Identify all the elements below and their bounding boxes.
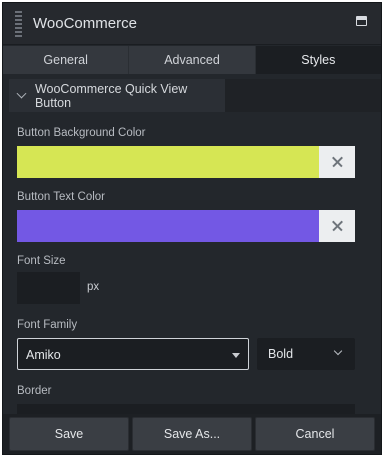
text-color-swatch[interactable]	[17, 210, 319, 242]
tab-advanced[interactable]: Advanced	[129, 46, 256, 74]
module-settings-panel: WooCommerce General Advanced Styles WooC…	[2, 2, 382, 455]
font-family-value: Amiko	[26, 348, 61, 362]
bg-color-label: Button Background Color	[17, 127, 146, 139]
settings-tabs: General Advanced Styles	[3, 46, 381, 74]
font-family-label: Font Family	[17, 319, 78, 331]
font-weight-value: Bold	[268, 347, 294, 361]
text-color-picker	[17, 210, 355, 242]
chevron-down-icon	[16, 88, 27, 99]
drag-handle-icon[interactable]	[15, 11, 22, 37]
text-color-label: Button Text Color	[17, 191, 106, 203]
settings-content: WooCommerce Quick View Button Button Bac…	[3, 74, 381, 414]
panel-title: WooCommerce	[33, 15, 137, 32]
panel-header[interactable]: WooCommerce	[3, 3, 381, 45]
save-button[interactable]: Save	[9, 417, 129, 451]
font-family-select[interactable]: Amiko	[17, 338, 249, 370]
font-weight-select[interactable]: Bold	[257, 338, 355, 370]
font-size-input[interactable]	[17, 272, 80, 304]
border-label: Border	[17, 385, 52, 397]
panel-footer: Save Save As... Cancel	[3, 414, 381, 454]
section-toggle[interactable]: WooCommerce Quick View Button	[9, 79, 225, 112]
cancel-button[interactable]: Cancel	[255, 417, 375, 451]
chevron-down-icon	[333, 346, 343, 356]
bg-color-clear-button[interactable]	[319, 146, 355, 178]
section-title: WooCommerce Quick View Button	[34, 81, 188, 110]
minimize-icon[interactable]	[356, 16, 367, 26]
section-divider	[225, 79, 381, 112]
font-size-label: Font Size	[17, 255, 66, 267]
save-as-button[interactable]: Save As...	[132, 417, 252, 451]
tab-styles[interactable]: Styles	[255, 46, 381, 74]
bg-color-picker	[17, 146, 355, 178]
border-select[interactable]: –	[17, 404, 355, 414]
bg-color-swatch[interactable]	[17, 146, 319, 178]
caret-down-icon	[232, 353, 240, 358]
text-color-clear-button[interactable]	[319, 210, 355, 242]
font-size-unit: px	[87, 281, 100, 293]
tab-general[interactable]: General	[3, 46, 130, 74]
